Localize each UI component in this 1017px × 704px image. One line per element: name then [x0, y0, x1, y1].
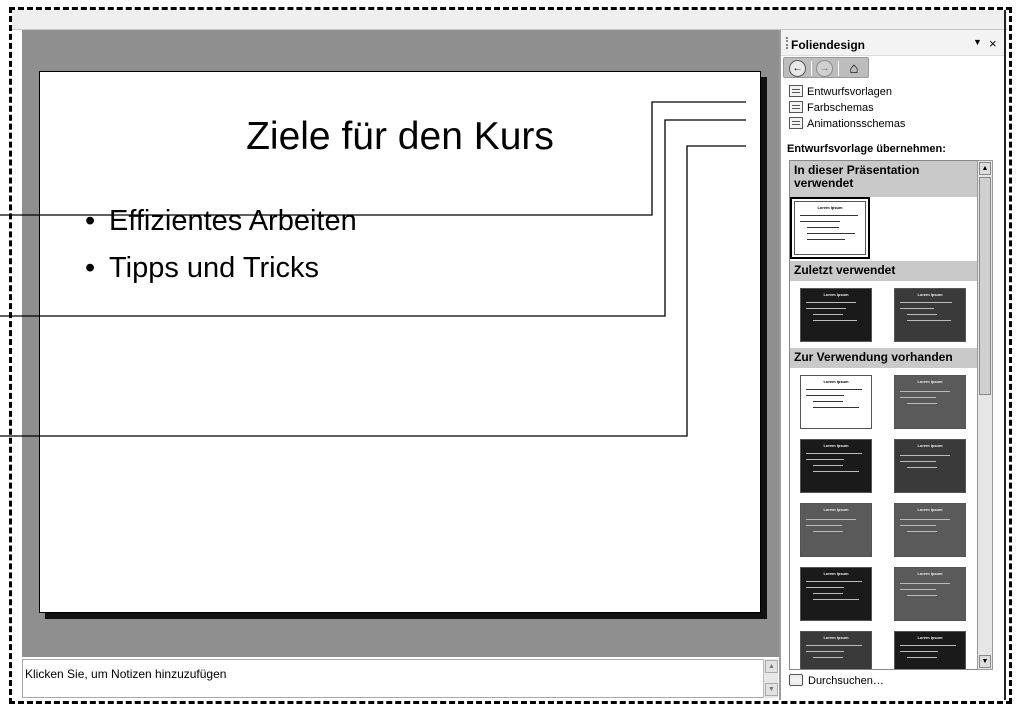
template-thumbnail[interactable]: Lorem Ipsum [894, 631, 966, 669]
browse-link[interactable]: Durchsuchen… [789, 674, 884, 687]
section-header-available: Zur Verwendung vorhanden [790, 348, 986, 368]
nav-separator [811, 61, 812, 76]
template-thumbnail[interactable]: Lorem Ipsum [800, 439, 872, 493]
task-pane: Foliendesign ▼ × ← → ⌂ Entwurfsvorlagen … [779, 30, 1004, 700]
thumbnail-title: Lorem Ipsum [917, 571, 943, 576]
grip-handle-icon[interactable] [786, 37, 788, 49]
thumbnail-title: Lorem Ipsum [823, 507, 849, 512]
home-icon[interactable]: ⌂ [844, 60, 864, 77]
thumbnail-title: Lorem Ipsum [823, 571, 849, 576]
thumbnail-title: Lorem Ipsum [823, 379, 849, 384]
template-thumbnail[interactable]: Lorem Ipsum [894, 375, 966, 429]
thumbnail-title: Lorem Ipsum [917, 443, 943, 448]
link-farbschemas[interactable]: Farbschemas [789, 101, 874, 114]
thumbnail-title: Lorem Ipsum [817, 205, 843, 210]
template-thumbnail[interactable]: Lorem Ipsum [800, 631, 872, 669]
gallery-scroll-thumb[interactable] [979, 177, 991, 395]
template-thumbnail[interactable]: Lorem Ipsum [800, 375, 872, 429]
link-label: Entwurfsvorlagen [807, 86, 892, 98]
slide-canvas[interactable]: Ziele für den Kurs • Effizientes Arbeiten… [39, 71, 761, 613]
back-arrow-icon[interactable]: ← [789, 60, 806, 77]
top-toolbar-strip [12, 10, 1007, 30]
apply-template-label: Entwurfsvorlage übernehmen: [787, 143, 946, 155]
link-entwurfsvorlagen[interactable]: Entwurfsvorlagen [789, 85, 892, 98]
notes-placeholder: Klicken Sie, um Notizen hinzuzufügen [25, 667, 227, 681]
thumbnail-title: Lorem Ipsum [917, 292, 943, 297]
link-animationsschemas[interactable]: Animationsschemas [789, 117, 905, 130]
slide-bullet[interactable]: • Tipps und Tricks [85, 252, 319, 285]
template-thumbnail[interactable]: Lorem Ipsum [894, 567, 966, 621]
pane-menu-dropdown-icon[interactable]: ▼ [973, 37, 982, 47]
thumbnail-title: Lorem Ipsum [917, 507, 943, 512]
color-schemes-icon [789, 101, 803, 113]
template-thumbnail[interactable]: Lorem Ipsum [894, 288, 966, 342]
close-icon[interactable]: × [989, 36, 997, 51]
browse-icon [789, 674, 803, 686]
template-thumbnail[interactable]: Lorem Ipsum [800, 288, 872, 342]
notes-pane[interactable]: Klicken Sie, um Notizen hinzuzufügen [22, 659, 764, 698]
gallery-scrollbar[interactable]: ▲ ▼ [977, 160, 993, 670]
notes-scroll-down-button[interactable]: ▼ [765, 683, 778, 696]
slide-title[interactable]: Ziele für den Kurs [40, 115, 760, 159]
template-thumbnail[interactable]: Lorem Ipsum [894, 503, 966, 557]
thumbnail-title: Lorem Ipsum [917, 379, 943, 384]
bullet-text: Effizientes Arbeiten [109, 205, 357, 237]
template-thumbnail[interactable]: Lorem Ipsum [894, 439, 966, 493]
template-gallery: In dieser Präsentation verwendet Lorem I… [789, 160, 987, 670]
slide-bullet[interactable]: • Effizientes Arbeiten [85, 205, 357, 238]
template-thumbnail[interactable]: Lorem Ipsum [790, 197, 870, 259]
section-header-used: In dieser Präsentation verwendet [790, 161, 986, 197]
gallery-scroll-down-button[interactable]: ▼ [979, 655, 991, 668]
thumbnail-title: Lorem Ipsum [823, 635, 849, 640]
bullet-marker: • [85, 252, 96, 284]
thumbnail-title: Lorem Ipsum [917, 635, 943, 640]
link-label: Farbschemas [807, 102, 874, 114]
bullet-text: Tipps und Tricks [109, 252, 320, 284]
design-templates-icon [789, 85, 803, 97]
section-header-recent: Zuletzt verwendet [790, 261, 986, 281]
nav-separator [838, 61, 839, 76]
task-pane-nav-bar: ← → ⌂ [783, 57, 869, 78]
task-pane-header: Foliendesign ▼ × [781, 30, 1004, 56]
template-thumbnail[interactable]: Lorem Ipsum [800, 503, 872, 557]
template-thumbnail[interactable]: Lorem Ipsum [800, 567, 872, 621]
notes-scrollbar[interactable]: ▲ ▼ [763, 659, 778, 698]
notes-scroll-up-button[interactable]: ▲ [765, 660, 778, 673]
window-edge-line [1004, 10, 1006, 700]
thumbnail-title: Lorem Ipsum [823, 443, 849, 448]
forward-arrow-icon[interactable]: → [816, 60, 833, 77]
link-label: Animationsschemas [807, 118, 906, 130]
animation-schemes-icon [789, 117, 803, 129]
bullet-marker: • [85, 205, 96, 237]
thumbnail-title: Lorem Ipsum [823, 292, 849, 297]
gallery-scroll-up-button[interactable]: ▲ [979, 162, 991, 175]
browse-label: Durchsuchen… [808, 675, 884, 687]
task-pane-title: Foliendesign [791, 38, 866, 52]
